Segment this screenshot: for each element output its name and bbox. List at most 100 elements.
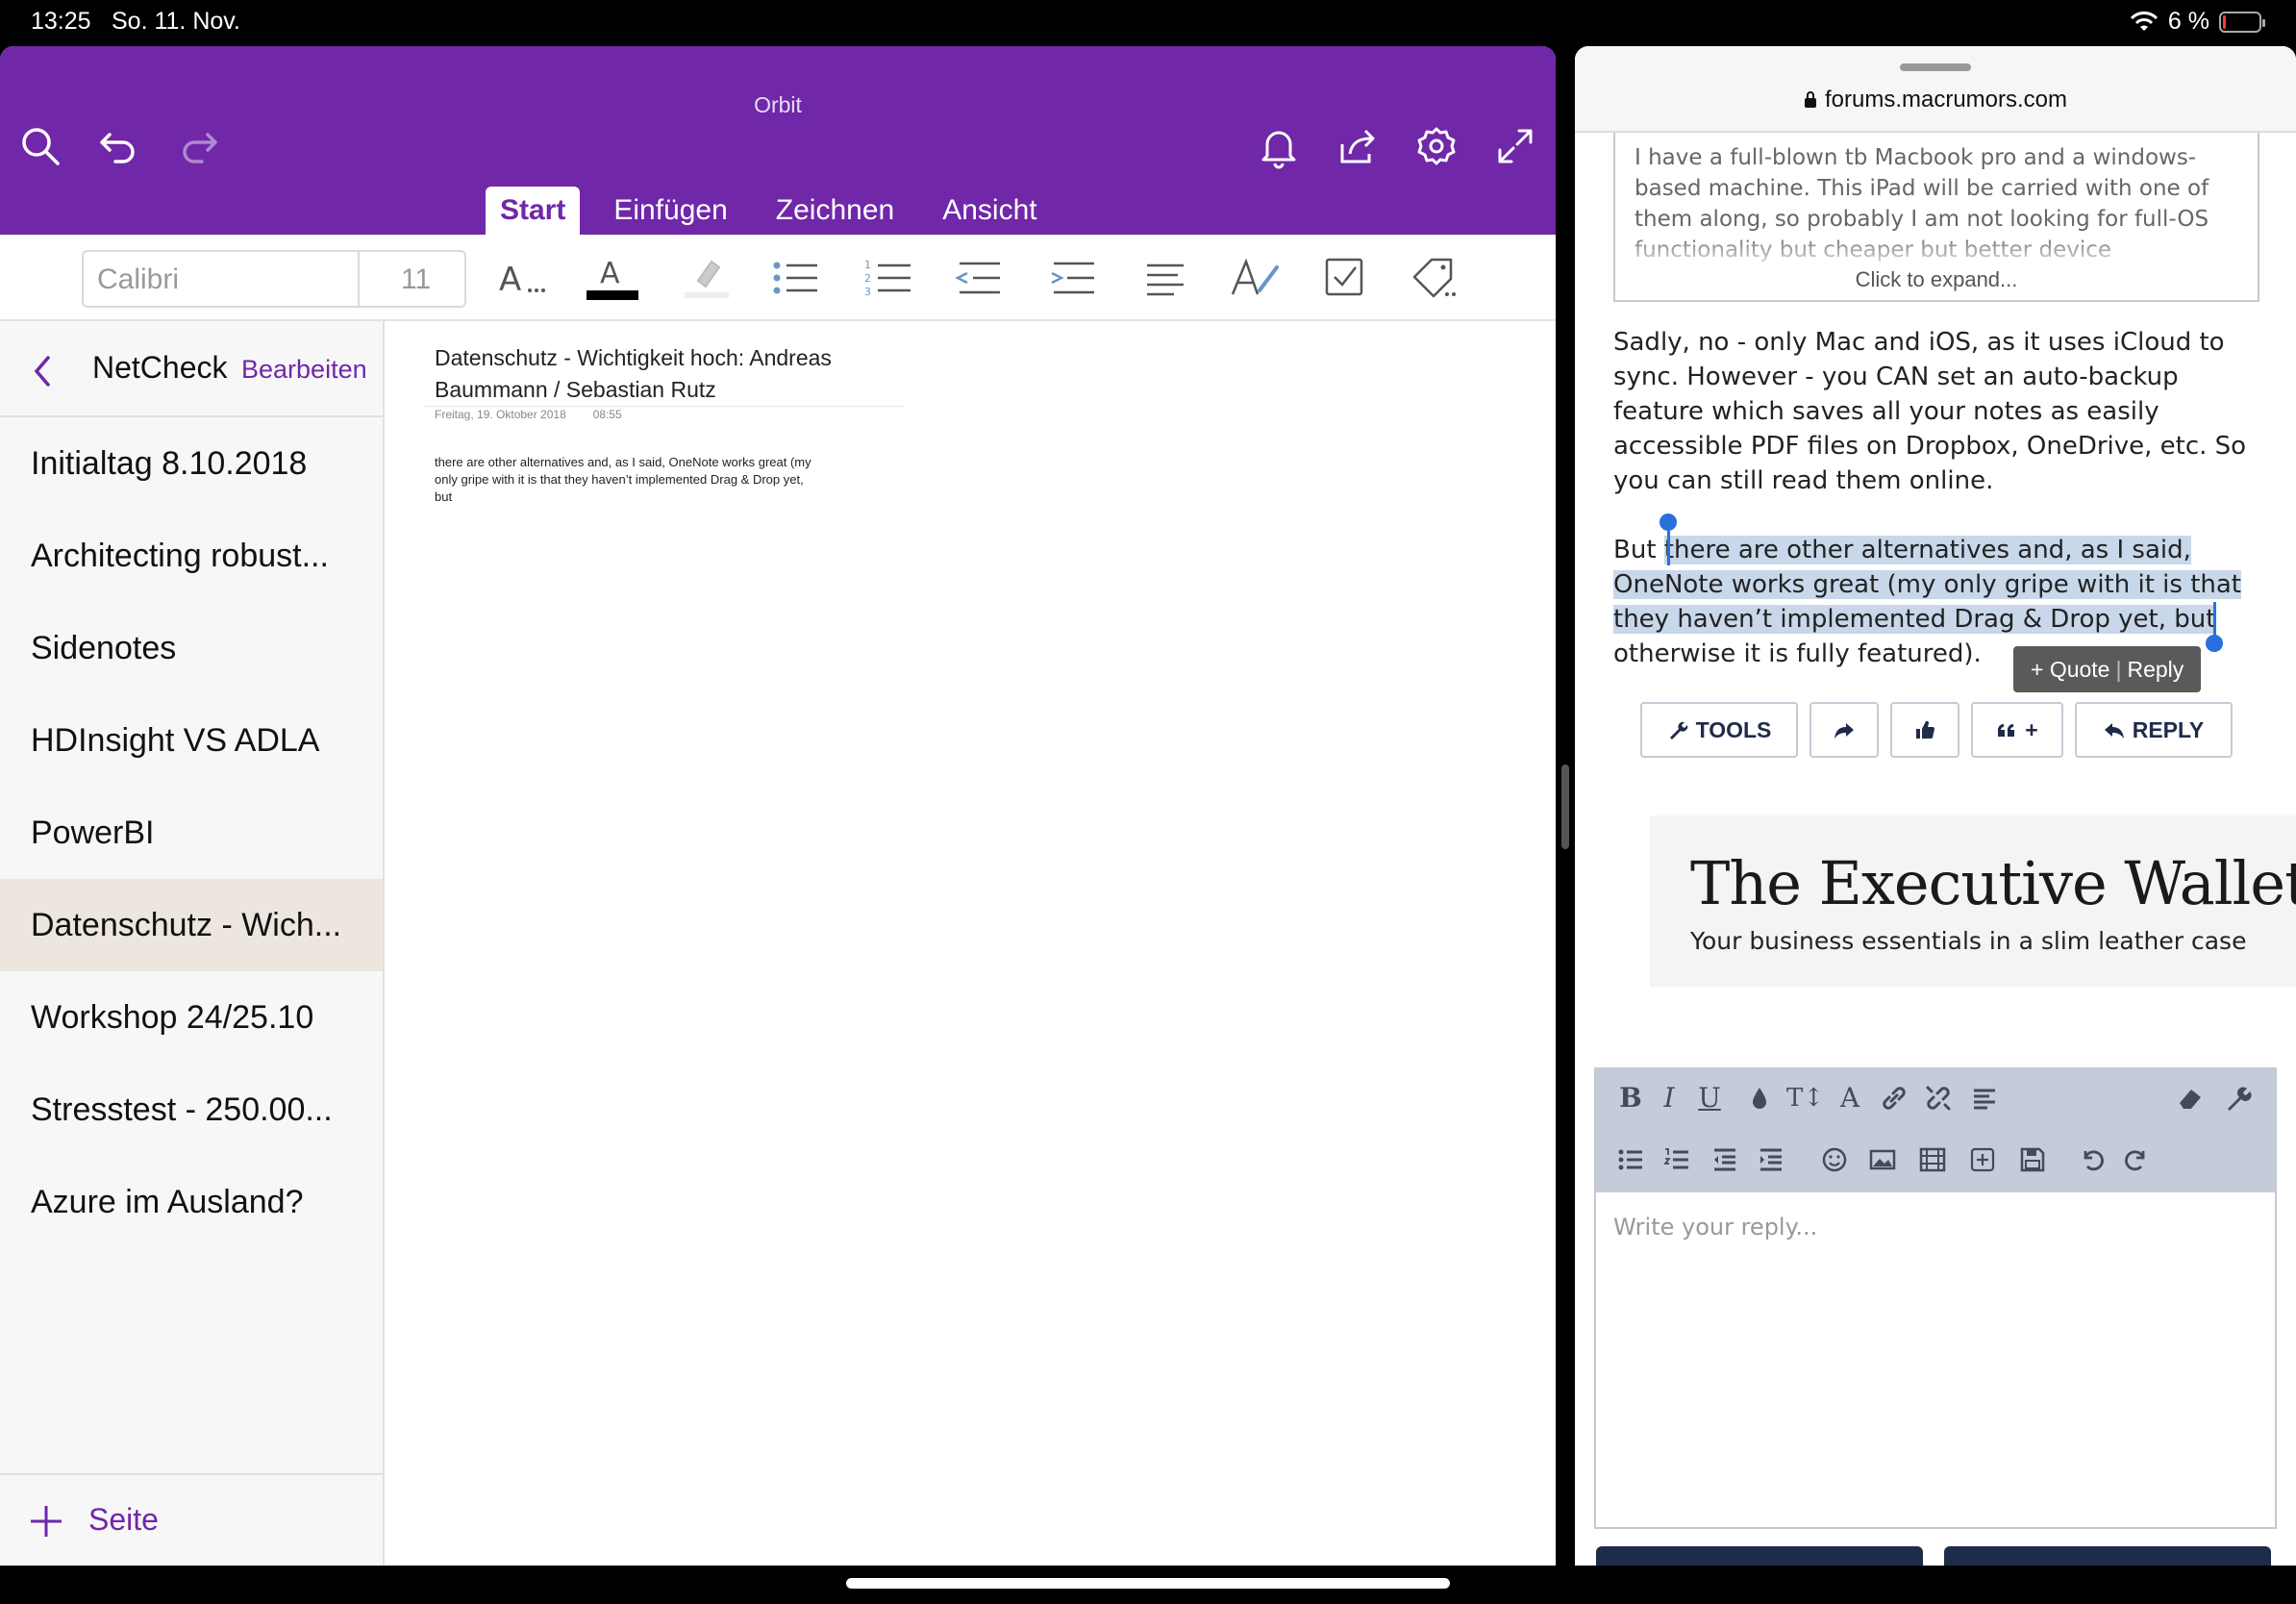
svg-text:3: 3 [864, 286, 871, 298]
selection-start-handle[interactable] [1667, 531, 1670, 565]
font-size-icon[interactable]: T↕ [1786, 1081, 1824, 1115]
plus-icon[interactable] [29, 1504, 63, 1539]
todo-checkbox-icon[interactable] [1319, 254, 1371, 302]
tab-zeichnen[interactable]: Zeichnen [761, 187, 909, 235]
numbered-list-editor-icon[interactable] [1660, 1142, 1694, 1177]
page-item[interactable]: Workshop 24/25.10 [0, 971, 383, 1064]
styles-icon[interactable] [1229, 254, 1281, 302]
bullet-list-icon[interactable] [769, 254, 821, 302]
svg-text:2: 2 [864, 272, 871, 285]
page-item[interactable]: Architecting robust... [0, 510, 383, 602]
highlighter-icon[interactable] [681, 254, 733, 302]
back-chevron-icon[interactable] [29, 354, 58, 388]
indent-editor-icon[interactable] [1754, 1142, 1788, 1177]
text-color-icon[interactable] [1742, 1081, 1777, 1115]
preview-button[interactable] [1944, 1546, 2271, 1566]
selection-end-knob[interactable] [2206, 635, 2223, 652]
redo-editor-icon[interactable] [2119, 1142, 2154, 1177]
font-picker[interactable]: Calibri 11 [82, 250, 466, 308]
quote-selection-button[interactable]: + Quote [2031, 657, 2109, 682]
numbered-list-icon[interactable]: 123 [862, 254, 914, 302]
bold-icon[interactable]: B [1613, 1081, 1648, 1115]
font-size[interactable]: 11 [401, 263, 431, 296]
note-canvas[interactable]: Datenschutz - Wichtigkeit hoch: Andreas … [387, 321, 1556, 1566]
multiquote-button[interactable]: + [1971, 702, 2063, 758]
note-title[interactable]: Datenschutz - Wichtigkeit hoch: Andreas … [435, 342, 877, 406]
share-post-button[interactable] [1809, 702, 1879, 758]
like-button[interactable] [1890, 702, 1959, 758]
smiley-icon[interactable] [1817, 1142, 1852, 1177]
tag-icon[interactable] [1409, 254, 1460, 302]
unlink-icon[interactable] [1921, 1081, 1956, 1115]
eraser-icon[interactable] [2173, 1081, 2208, 1115]
page-item[interactable]: Initialtag 8.10.2018 [0, 417, 383, 510]
page-item[interactable]: HDInsight VS ADLA [0, 694, 383, 787]
tab-start[interactable]: Start [486, 187, 581, 235]
thumbs-up-icon [1916, 720, 1934, 739]
undo-editor-icon[interactable] [2075, 1142, 2109, 1177]
note-body[interactable]: there are other alternatives and, as I s… [435, 454, 819, 506]
tab-einfuegen[interactable]: Einfügen [599, 187, 741, 235]
indent-icon[interactable] [1046, 254, 1098, 302]
selection-end-handle[interactable] [2213, 602, 2216, 637]
click-to-expand[interactable]: Click to expand... [1615, 267, 2258, 292]
insert-icon[interactable] [1965, 1142, 2000, 1177]
redo-icon[interactable] [175, 123, 221, 169]
reply-selection-button[interactable]: Reply [2127, 657, 2184, 682]
page-item[interactable]: Stresstest - 250.00... [0, 1064, 383, 1156]
page-item[interactable]: Azure im Ausland? [0, 1156, 383, 1248]
align-icon[interactable] [1139, 254, 1191, 302]
ribbon-toolbar: Calibri 11 A A 123 [0, 235, 1556, 321]
svg-text:A: A [600, 257, 620, 290]
text-style-icon[interactable]: A [495, 254, 547, 302]
page-item[interactable]: Sidenotes [0, 602, 383, 694]
wrench-tools-icon[interactable] [2221, 1081, 2256, 1115]
editor-toolbar: B I U T↕ A [1596, 1069, 2275, 1192]
ad-subtitle[interactable]: Your business essentials in a slim leath… [1690, 927, 2246, 955]
battery-level [2223, 14, 2226, 29]
home-indicator[interactable] [846, 1578, 1450, 1589]
align-left-icon[interactable] [1967, 1081, 2002, 1115]
underline-icon[interactable]: U [1692, 1081, 1727, 1115]
reply-textarea[interactable]: Write your reply... [1613, 1214, 1817, 1241]
page-item[interactable]: Datenschutz - Wich... [0, 879, 383, 971]
italic-icon[interactable]: I [1652, 1081, 1686, 1115]
battery-percent: 6 % [2167, 8, 2209, 35]
bell-icon[interactable] [1256, 123, 1302, 169]
para2-before: But [1613, 536, 1664, 564]
bullet-list-editor-icon[interactable] [1613, 1142, 1648, 1177]
add-page-button[interactable]: Seite [88, 1502, 159, 1538]
multiquote-label: + [2025, 716, 2038, 742]
window-grabber[interactable] [1900, 63, 1971, 71]
split-view-divider[interactable] [1561, 764, 1569, 849]
address-bar[interactable]: forums.macrumors.com [1575, 87, 2296, 113]
film-icon[interactable] [1915, 1142, 1950, 1177]
outdent-editor-icon[interactable] [1708, 1142, 1742, 1177]
font-name[interactable]: Calibri [97, 263, 179, 296]
undo-icon[interactable] [96, 123, 142, 169]
edit-button[interactable]: Bearbeiten [241, 355, 367, 385]
font-color-icon[interactable]: A [586, 254, 638, 302]
lock-icon [1804, 91, 1816, 108]
ad-title[interactable]: The Executive Wallet [1690, 848, 2296, 918]
url-text[interactable]: forums.macrumors.com [1825, 87, 2067, 113]
fullscreen-icon[interactable] [1492, 123, 1538, 169]
sidebar-header: NetCheck Bearbeiten [0, 321, 383, 417]
tab-ansicht[interactable]: Ansicht [928, 187, 1051, 235]
gear-icon[interactable] [1413, 123, 1460, 169]
font-family-icon[interactable]: A [1833, 1081, 1867, 1115]
search-icon[interactable] [17, 123, 63, 169]
tools-button[interactable]: TOOLS [1640, 702, 1798, 758]
selected-text[interactable]: there are other alternatives and, as I s… [1613, 536, 2241, 634]
link-icon[interactable] [1877, 1081, 1911, 1115]
post-reply-button[interactable] [1596, 1546, 1923, 1566]
share-icon[interactable] [1335, 123, 1381, 169]
reply-button[interactable]: REPLY [2075, 702, 2233, 758]
advertisement[interactable]: The Executive Wallet Your business essen… [1650, 815, 2296, 987]
image-icon[interactable] [1865, 1142, 1900, 1177]
reply-arrow-icon [2104, 723, 2124, 739]
page-item[interactable]: PowerBI [0, 787, 383, 879]
outdent-icon[interactable] [952, 254, 1004, 302]
save-draft-icon[interactable] [2015, 1142, 2050, 1177]
selection-start-knob[interactable] [1660, 514, 1677, 531]
